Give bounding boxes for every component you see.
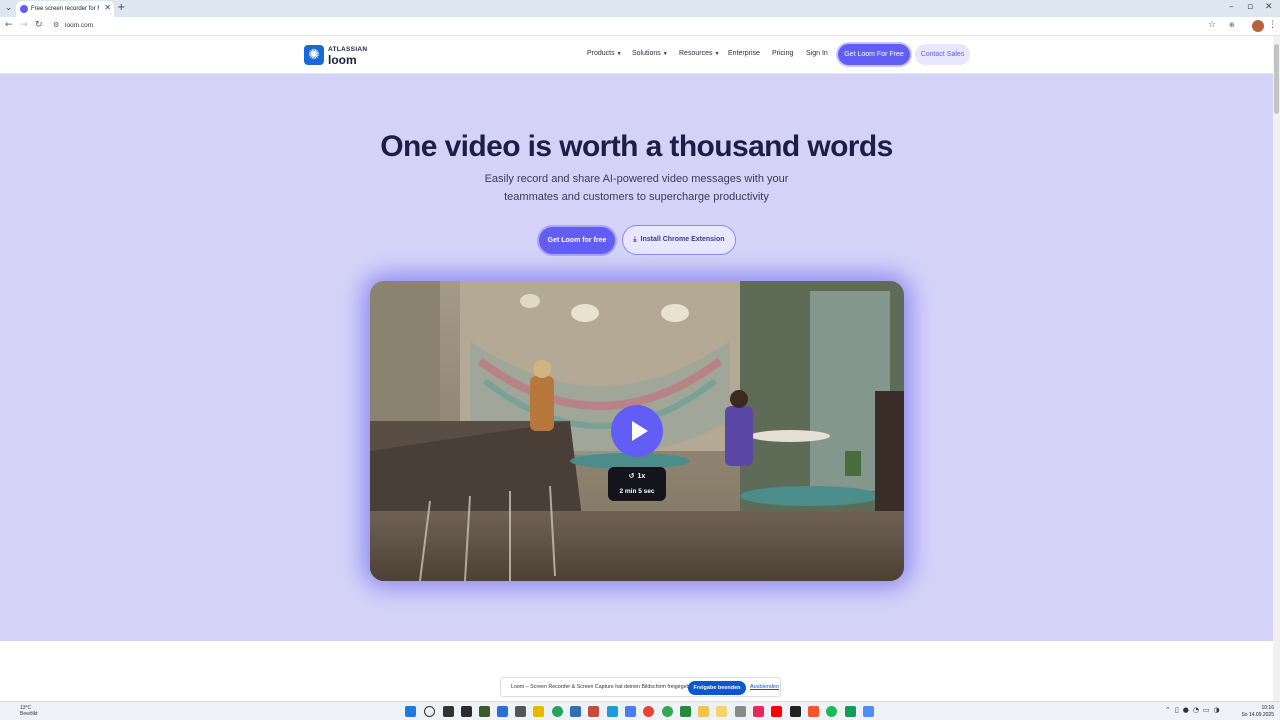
app-icon-12[interactable] (863, 706, 874, 717)
stop-sharing-button[interactable]: Freigabe beenden (688, 681, 746, 695)
nav-products[interactable]: Products ▼ (587, 50, 622, 57)
back-icon[interactable]: ← (5, 20, 13, 30)
site-header: ✺ ATLASSIAN loom Products ▼ Solutions ▼ Re… (0, 36, 1273, 74)
app-icon-11[interactable] (845, 706, 856, 717)
taskbar-clock[interactable]: 10:16 So 14.09.2025 (1240, 705, 1274, 718)
logo-text-loom[interactable]: loom (328, 53, 357, 67)
chrome-icon[interactable] (662, 706, 673, 717)
scrollbar-thumb[interactable] (1274, 44, 1279, 114)
drive-icon[interactable] (680, 706, 691, 717)
reload-icon[interactable]: ↻ (35, 20, 43, 30)
new-tab-icon[interactable]: + (117, 2, 125, 13)
google-icon[interactable] (643, 706, 654, 717)
speed-label: 1x (637, 473, 646, 480)
nav-resources-label: Resources (679, 50, 713, 57)
share-notification-text: Loom – Screen Recorder & Screen Capture … (511, 684, 697, 690)
whatsapp-icon[interactable] (552, 706, 563, 717)
web-page: ✺ ATLASSIAN loom Products ▼ Solutions ▼ Re… (0, 36, 1273, 701)
profile-avatar[interactable] (1252, 20, 1264, 32)
download-icon: ⤓ (633, 235, 637, 243)
app-icon-10[interactable] (790, 706, 801, 717)
app-icon-6[interactable] (698, 706, 709, 717)
bookmark-star-icon[interactable]: ☆ (1208, 20, 1216, 30)
nav-solutions[interactable]: Solutions ▼ (632, 50, 668, 57)
app-icon-9[interactable] (753, 706, 764, 717)
address-bar[interactable]: loom.com (65, 22, 93, 29)
close-window-icon[interactable]: ✕ (1265, 2, 1273, 12)
app-icon-4[interactable] (570, 706, 581, 717)
header-get-loom-button[interactable]: Get Loom For Free (838, 44, 910, 65)
system-tray[interactable]: ⌃▯●◔▭◑ (1165, 706, 1224, 714)
hero-headline: One video is worth a thousand words (380, 130, 893, 163)
chevron-down-icon: ▼ (616, 51, 622, 57)
app-icon-2[interactable] (497, 706, 508, 717)
hero-subtitle-line1: Easily record and share AI-powered video… (484, 173, 789, 185)
install-extension-label: Install Chrome Extension (640, 236, 725, 243)
loom-favicon-icon (20, 5, 28, 13)
browser-tab[interactable]: Free screen recorder for Mac and PC | Lo… (16, 1, 114, 17)
forward-icon[interactable]: → (20, 20, 28, 30)
logo-text-atlassian[interactable]: ATLASSIAN (328, 46, 367, 53)
youtube-icon[interactable] (771, 706, 782, 717)
tab-search-icon[interactable]: ⌄ (3, 3, 14, 14)
extension-icon[interactable]: ⊕ (1229, 21, 1235, 29)
play-icon[interactable] (611, 405, 663, 457)
video-duration: 2 min 5 sec (619, 488, 655, 495)
contact-sales-button[interactable]: Contact Sales (915, 44, 970, 65)
gmail-icon[interactable] (588, 706, 599, 717)
tab-title: Free screen recorder for Mac and PC | Lo… (31, 6, 99, 12)
page-scrollbar[interactable] (1273, 36, 1280, 701)
terminal-icon[interactable] (461, 706, 472, 717)
browser-toolbar: ← → ↻ ⚙ loom.com ☆ ⊕ ⋮ (0, 17, 1280, 36)
app-icon-7[interactable] (716, 706, 727, 717)
app-icon-5[interactable] (607, 706, 618, 717)
nav-products-label: Products (587, 50, 615, 57)
app-icon-3[interactable] (515, 706, 526, 717)
install-chrome-extension-button[interactable]: ⤓ Install Chrome Extension (622, 225, 736, 255)
browser-tab-strip: ⌄ Free screen recorder for Mac and PC | … (0, 0, 1280, 17)
clock-date: So 14.09.2025 (1241, 711, 1274, 718)
nav-pricing[interactable]: Pricing (772, 50, 793, 57)
nav-enterprise[interactable]: Enterprise (728, 50, 760, 57)
video-speed-duration-pill[interactable]: ↺ 1x 2 min 5 sec (608, 467, 666, 501)
site-info-icon[interactable]: ⚙ (53, 21, 59, 29)
brave-icon[interactable] (808, 706, 819, 717)
chevron-down-icon: ▼ (662, 51, 668, 57)
browser-menu-icon[interactable]: ⋮ (1268, 20, 1277, 30)
get-loom-free-button[interactable]: Get Loom for free (539, 227, 615, 254)
spotify-icon[interactable] (826, 706, 837, 717)
windows-start-icon[interactable] (405, 706, 416, 717)
windows-taskbar: 13°C Bewölkt ⌃▯●◔▭◑ 10:16 So 14.09.2025 (0, 701, 1280, 720)
tab-close-icon[interactable]: ✕ (104, 3, 111, 12)
atlassian-loom-logo-icon[interactable]: ✺ (304, 45, 324, 65)
video-player[interactable]: ↺ 1x 2 min 5 sec (370, 281, 904, 581)
maximize-icon[interactable]: ▫ (1247, 2, 1253, 12)
app-icon-1[interactable] (479, 706, 490, 717)
playback-speed: ↺ 1x (608, 472, 666, 480)
minimize-icon[interactable]: – (1229, 2, 1234, 12)
rewind-icon: ↺ (628, 472, 635, 480)
screen-share-notification-bar: Loom – Screen Recorder & Screen Capture … (500, 677, 781, 697)
app-icon-8[interactable] (735, 706, 746, 717)
weather-widget[interactable]: 13°C Bewölkt (8, 705, 38, 717)
hero-subtitle-line2: teammates and customers to supercharge p… (504, 191, 769, 203)
search-icon[interactable] (424, 706, 435, 717)
nav-resources[interactable]: Resources ▼ (679, 50, 719, 57)
gemini-icon[interactable] (625, 706, 636, 717)
file-explorer-icon[interactable] (533, 706, 544, 717)
weather-desc: Bewölkt (20, 711, 38, 717)
chevron-down-icon: ▼ (714, 51, 720, 57)
nav-sign-in[interactable]: Sign In (806, 50, 828, 57)
nav-solutions-label: Solutions (632, 50, 661, 57)
task-view-icon[interactable] (443, 706, 454, 717)
hide-notification-link[interactable]: Ausblenden (750, 684, 779, 690)
